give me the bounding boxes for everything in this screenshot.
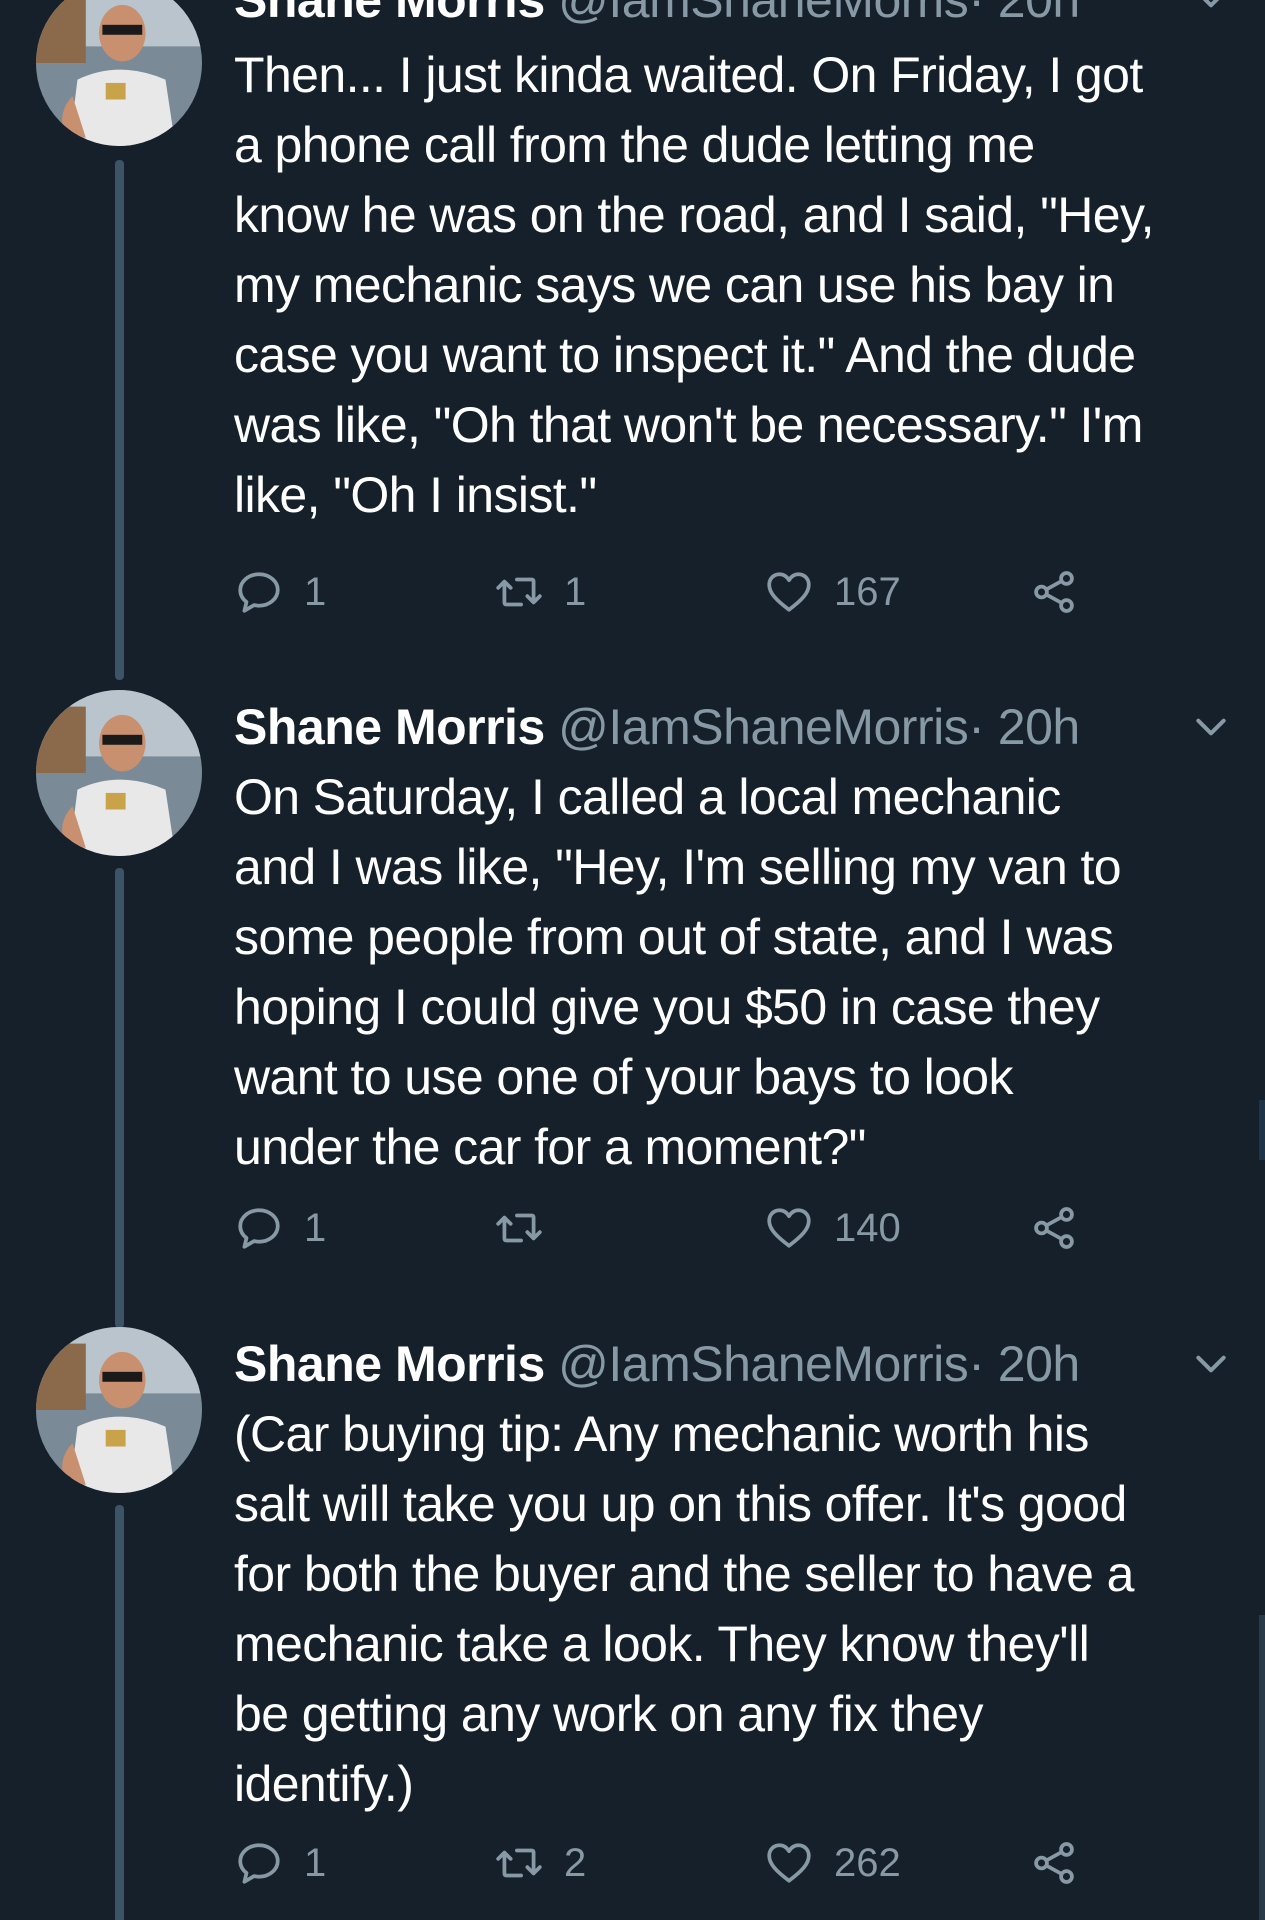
thread-line xyxy=(115,1505,124,1920)
share-button[interactable] xyxy=(1029,1835,1079,1891)
reply-icon xyxy=(234,1838,284,1888)
separator: · xyxy=(968,0,985,28)
like-count: 262 xyxy=(834,1840,901,1885)
tweet-header: Shane Morris @IamShaneMorris· 20h xyxy=(234,0,1080,35)
tweet-text: (Car buying tip: Any mechanic worth his … xyxy=(234,1406,1134,1812)
avatar[interactable] xyxy=(36,690,202,856)
reply-count: 1 xyxy=(304,1205,327,1250)
reply-icon xyxy=(234,1203,284,1253)
reply-button[interactable]: 1 xyxy=(234,1835,326,1891)
thread-line xyxy=(115,160,124,680)
tweet-header: Shane Morris @IamShaneMorris· 20h xyxy=(234,692,1080,762)
author-handle[interactable]: @IamShaneMorris xyxy=(558,0,969,28)
chevron-down-icon[interactable] xyxy=(1192,0,1230,18)
author-name[interactable]: Shane Morris xyxy=(234,699,545,755)
share-icon xyxy=(1029,567,1079,617)
retweet-icon xyxy=(494,1203,544,1253)
like-count: 167 xyxy=(834,569,901,614)
like-button[interactable]: 167 xyxy=(764,564,901,620)
avatar[interactable] xyxy=(36,0,202,146)
like-button[interactable]: 140 xyxy=(764,1200,901,1256)
retweet-button[interactable]: 1 xyxy=(494,564,586,620)
retweet-count: 2 xyxy=(564,1840,587,1885)
heart-icon xyxy=(764,567,814,617)
author-name[interactable]: Shane Morris xyxy=(234,1336,545,1392)
chevron-down-icon[interactable] xyxy=(1192,1345,1230,1383)
separator: · xyxy=(968,1336,985,1392)
retweet-button[interactable]: 2 xyxy=(494,1835,586,1891)
tweet-header: Shane Morris @IamShaneMorris· 20h xyxy=(234,1329,1080,1399)
avatar-image xyxy=(36,690,202,856)
heart-icon xyxy=(764,1203,814,1253)
heart-icon xyxy=(764,1838,814,1888)
share-icon xyxy=(1029,1203,1079,1253)
author-handle[interactable]: @IamShaneMorris xyxy=(558,699,969,755)
reply-button[interactable]: 1 xyxy=(234,1200,326,1256)
timestamp[interactable]: 20h xyxy=(998,699,1080,755)
like-button[interactable]: 262 xyxy=(764,1835,901,1891)
tweet-text: Then... I just kinda waited. On Friday, … xyxy=(234,47,1155,523)
scrollbar-track[interactable] xyxy=(1259,1100,1265,1160)
share-button[interactable] xyxy=(1029,1200,1079,1256)
tweet-actions: 1 2 262 xyxy=(234,1835,1134,1891)
avatar-image xyxy=(36,0,202,146)
chevron-down-icon[interactable] xyxy=(1192,708,1230,746)
thread-line xyxy=(115,868,124,1328)
like-count: 140 xyxy=(834,1205,901,1250)
timeline: Shane Morris @IamShaneMorris· 20h Then..… xyxy=(0,0,1265,1920)
separator: · xyxy=(968,699,985,755)
reply-count: 1 xyxy=(304,1840,327,1885)
reply-button[interactable]: 1 xyxy=(234,564,326,620)
avatar-image xyxy=(36,1327,202,1493)
retweet-count: 1 xyxy=(564,569,587,614)
tweet-text: On Saturday, I called a local mechanic a… xyxy=(234,769,1122,1175)
author-handle[interactable]: @IamShaneMorris xyxy=(558,1336,969,1392)
scrollbar-thumb[interactable] xyxy=(1259,1615,1265,1920)
reply-count: 1 xyxy=(304,569,327,614)
tweet-actions: 1 140 xyxy=(234,1200,1134,1256)
author-name[interactable]: Shane Morris xyxy=(234,0,545,28)
retweet-icon xyxy=(494,567,544,617)
timestamp[interactable]: 20h xyxy=(998,1336,1080,1392)
avatar[interactable] xyxy=(36,1327,202,1493)
timestamp[interactable]: 20h xyxy=(998,0,1080,28)
share-icon xyxy=(1029,1838,1079,1888)
share-button[interactable] xyxy=(1029,564,1079,620)
retweet-icon xyxy=(494,1838,544,1888)
reply-icon xyxy=(234,567,284,617)
retweet-button[interactable] xyxy=(494,1200,564,1256)
tweet-actions: 1 1 167 xyxy=(234,564,1134,620)
